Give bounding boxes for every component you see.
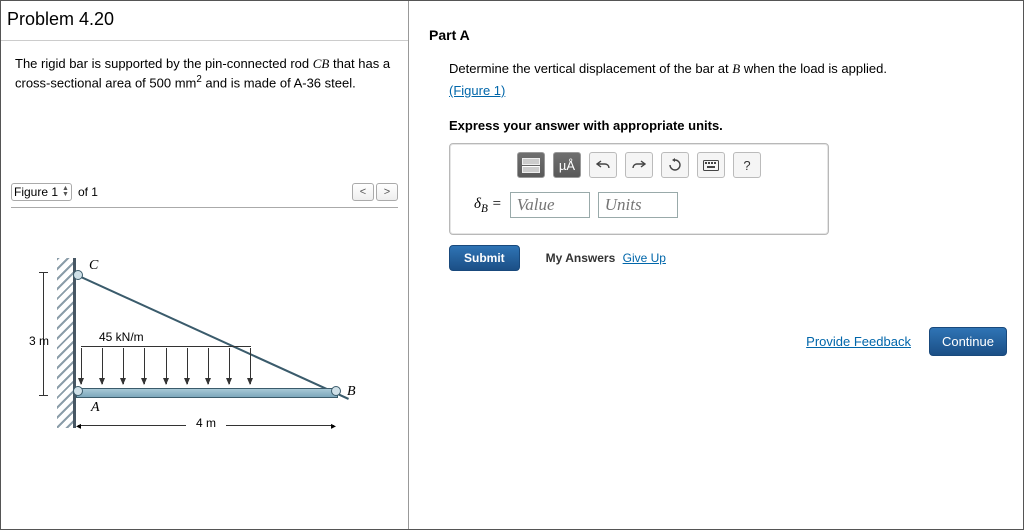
my-answers-area: My Answers Give Up: [546, 251, 666, 265]
label-b: B: [347, 384, 356, 400]
redo-button[interactable]: [625, 152, 653, 178]
my-answers-label: My Answers: [546, 251, 616, 265]
figure-area: 45 kN/m C A B 3 m ◂▸ 4 m: [11, 207, 398, 487]
part-a-question: Determine the vertical displacement of t…: [427, 53, 1003, 79]
template-fraction-button[interactable]: [517, 152, 545, 178]
question-post: when the load is applied.: [740, 61, 887, 76]
pin-b: [331, 386, 341, 396]
load-label: 45 kN/m: [99, 330, 144, 344]
load-top-line: [81, 346, 251, 347]
beam-ab: [76, 388, 338, 398]
dimension-horizontal-label: 4 m: [186, 416, 226, 430]
rod-label: CB: [313, 56, 330, 71]
express-instruction: Express your answer with appropriate uni…: [427, 108, 1003, 143]
problem-description: The rigid bar is supported by the pin-co…: [1, 41, 408, 103]
reset-icon: [668, 158, 682, 172]
pin-c: [73, 270, 83, 280]
label-a: A: [91, 400, 100, 416]
units-format-button[interactable]: µÅ: [553, 152, 581, 178]
answer-input-row: δB =: [450, 188, 828, 234]
figure-dropdown-label: Figure 1: [14, 185, 58, 199]
figure-selector-bar: Figure 1 ▲▼ of 1 < >: [11, 183, 398, 201]
answer-box: µÅ ? δB =: [449, 143, 829, 235]
label-c: C: [89, 258, 98, 274]
figure-prev-button[interactable]: <: [352, 183, 374, 201]
keyboard-button[interactable]: [697, 152, 725, 178]
give-up-link[interactable]: Give Up: [623, 251, 666, 265]
submit-button[interactable]: Submit: [449, 245, 520, 271]
stepper-icon: ▲▼: [62, 186, 69, 198]
figure-next-button[interactable]: >: [376, 183, 398, 201]
wall-line: [73, 258, 76, 428]
undo-button[interactable]: [589, 152, 617, 178]
problem-text-post: and is made of A-36 steel.: [202, 76, 356, 91]
answer-toolbar: µÅ ?: [450, 144, 828, 188]
reset-button[interactable]: [661, 152, 689, 178]
figure-diagram: 45 kN/m C A B 3 m ◂▸ 4 m: [31, 258, 361, 438]
undo-icon: [596, 159, 610, 171]
dimension-horizontal: ◂▸ 4 m: [78, 418, 334, 432]
value-input[interactable]: [510, 192, 590, 218]
help-button[interactable]: ?: [733, 152, 761, 178]
answer-symbol: δB =: [474, 196, 502, 215]
figure-dropdown[interactable]: Figure 1 ▲▼: [11, 183, 72, 201]
dimension-vertical: 3 m: [33, 272, 55, 396]
keyboard-icon: [703, 160, 719, 171]
submit-row: Submit My Answers Give Up: [449, 235, 1003, 281]
figure-link[interactable]: (Figure 1): [449, 83, 505, 98]
problem-text-pre: The rigid bar is supported by the pin-co…: [15, 56, 313, 71]
distributed-load-arrows: [81, 348, 251, 388]
figure-of-label: of 1: [78, 185, 98, 199]
footer-row: Provide Feedback Continue: [806, 327, 1007, 356]
pin-a: [73, 386, 83, 396]
redo-icon: [632, 159, 646, 171]
fraction-icon: [522, 158, 540, 173]
continue-button[interactable]: Continue: [929, 327, 1007, 356]
provide-feedback-link[interactable]: Provide Feedback: [806, 334, 911, 349]
units-input[interactable]: [598, 192, 678, 218]
dimension-vertical-label: 3 m: [19, 334, 49, 348]
part-a-heading: Part A: [429, 1, 1003, 53]
question-pre: Determine the vertical displacement of t…: [449, 61, 732, 76]
problem-title: Problem 4.20: [1, 1, 408, 41]
wall-hatch: [57, 258, 73, 428]
